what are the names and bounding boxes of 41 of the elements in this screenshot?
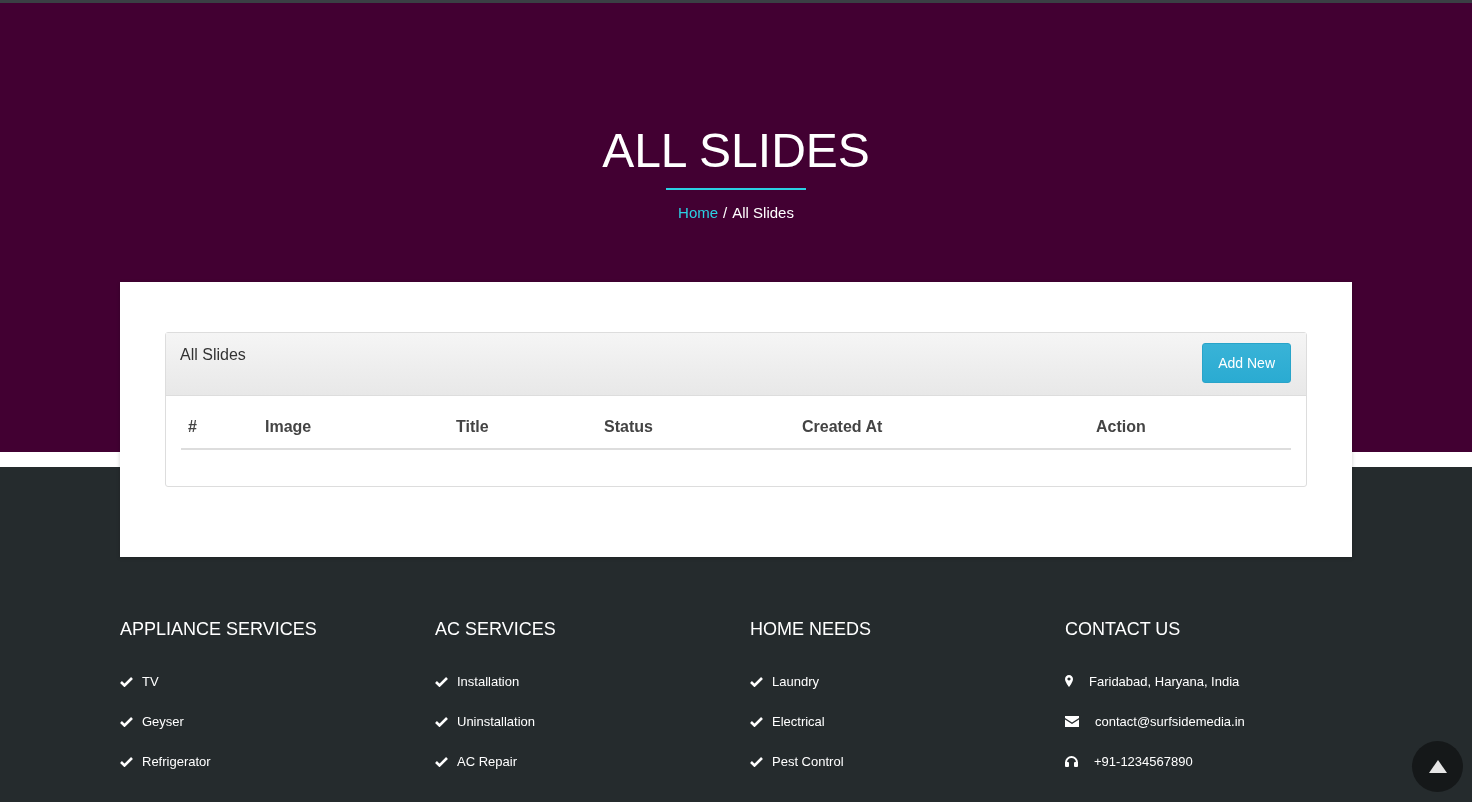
footer-link[interactable]: TV bbox=[142, 673, 159, 689]
map-marker-icon bbox=[1065, 675, 1073, 687]
footer-link[interactable]: Electrical bbox=[772, 713, 825, 729]
column-header: Created At bbox=[801, 418, 884, 436]
footer-link[interactable]: contact@surfsidemedia.in bbox=[1095, 713, 1245, 729]
check-icon bbox=[750, 675, 763, 687]
check-icon bbox=[435, 755, 448, 767]
page-title: ALL SLIDES bbox=[602, 123, 870, 179]
footer-heading: CONTACT US bbox=[1065, 619, 1182, 640]
footer-link[interactable]: Pest Control bbox=[772, 753, 844, 769]
footer-link[interactable]: Uninstallation bbox=[457, 713, 536, 729]
footer-link[interactable]: Refrigerator bbox=[142, 753, 211, 769]
column-header: Status bbox=[603, 418, 654, 436]
headphones-icon bbox=[1065, 755, 1078, 767]
footer-heading: HOME NEEDS bbox=[750, 619, 873, 640]
check-icon bbox=[750, 715, 763, 727]
triangle-up-icon bbox=[1428, 760, 1447, 773]
column-header: # bbox=[187, 418, 198, 436]
check-icon bbox=[120, 675, 133, 687]
breadcrumb-separator: / bbox=[723, 204, 728, 221]
check-icon bbox=[120, 755, 133, 767]
check-icon bbox=[120, 715, 133, 727]
column-header: Image bbox=[264, 418, 313, 436]
column-header: Action bbox=[1095, 418, 1147, 436]
footer-link[interactable]: Geyser bbox=[142, 713, 184, 729]
footer-heading: APPLIANCE SERVICES bbox=[120, 619, 318, 640]
envelope-icon bbox=[1065, 715, 1079, 727]
check-icon bbox=[750, 755, 763, 767]
breadcrumb-current: All Slides bbox=[732, 204, 794, 221]
footer-link[interactable]: AC Repair bbox=[457, 753, 517, 769]
scroll-top-button[interactable] bbox=[1412, 741, 1463, 792]
panel-title: All Slides bbox=[180, 346, 246, 364]
footer-link[interactable]: Faridabad, Haryana, India bbox=[1089, 673, 1240, 689]
footer-link[interactable]: Laundry bbox=[772, 673, 819, 689]
check-icon bbox=[435, 715, 448, 727]
breadcrumb-link[interactable]: Home bbox=[678, 204, 719, 221]
footer-heading: AC SERVICES bbox=[435, 619, 557, 640]
column-header: Title bbox=[455, 418, 490, 436]
check-icon bbox=[435, 675, 448, 687]
footer-link[interactable]: Installation bbox=[457, 673, 520, 689]
footer-link[interactable]: +91-1234567890 bbox=[1094, 753, 1193, 769]
